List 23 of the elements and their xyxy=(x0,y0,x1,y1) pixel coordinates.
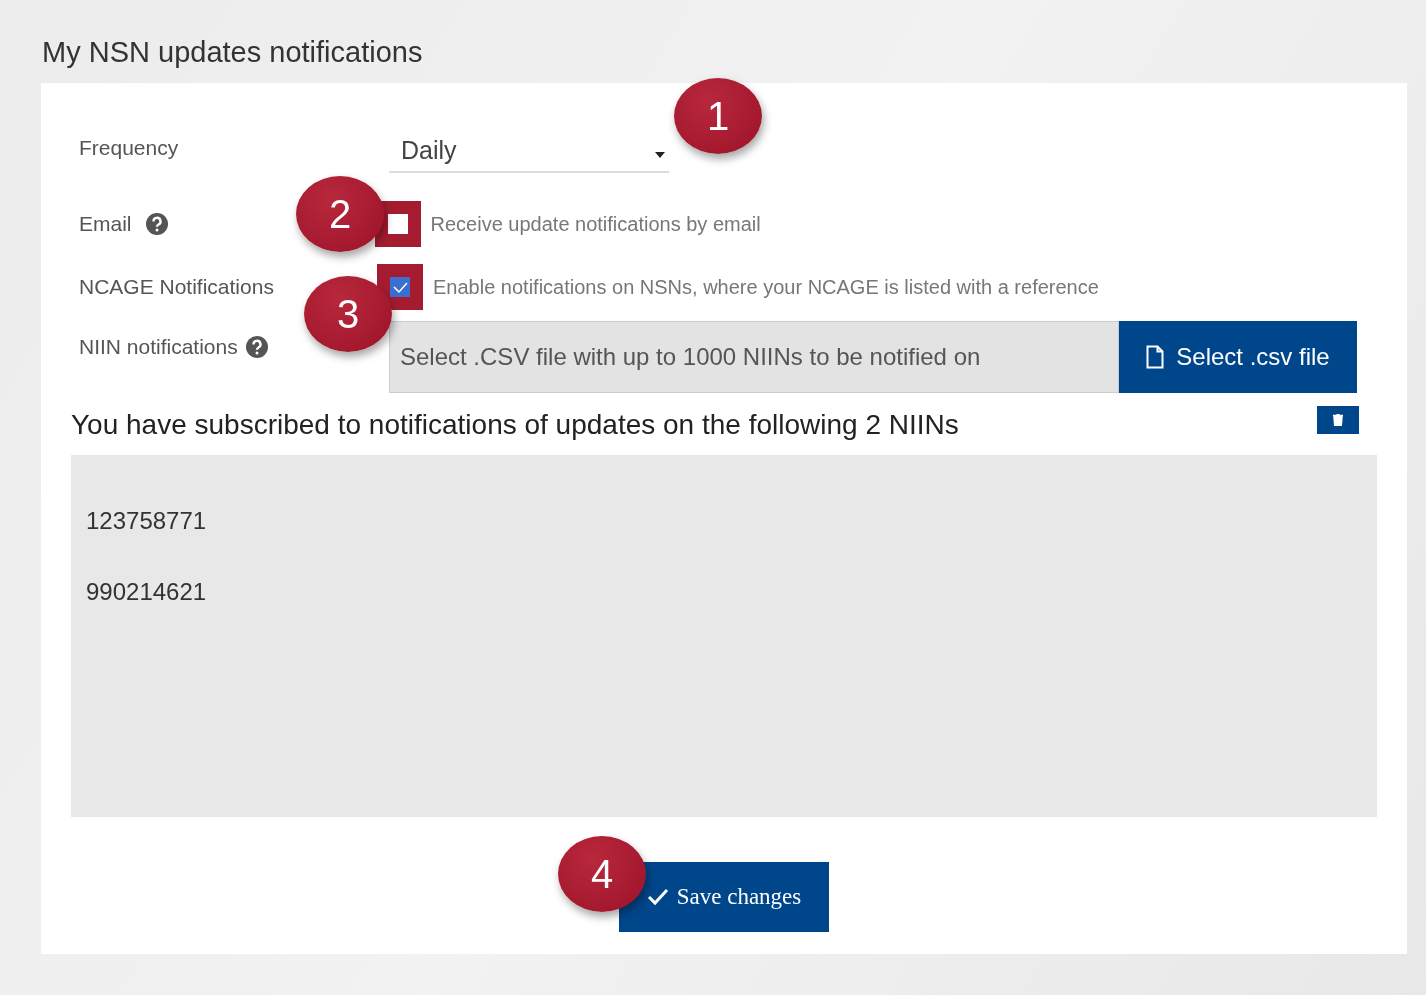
field-label: NIIN notifications xyxy=(79,335,238,359)
field-label: NCAGE Notifications xyxy=(78,275,275,299)
ncage-checkbox[interactable] xyxy=(390,277,410,297)
checkmark-icon xyxy=(646,888,669,906)
help-icon[interactable] xyxy=(145,213,168,235)
field-label: Frequency xyxy=(78,136,180,160)
niin-item: 990214621 xyxy=(86,578,208,607)
niin-item: 123758771 xyxy=(86,507,208,536)
file-icon xyxy=(1146,345,1165,369)
delete-button[interactable] xyxy=(1317,406,1359,434)
frequency-dropdown[interactable]: Daily xyxy=(389,129,669,173)
file-path-field[interactable]: Select .CSV file with up to 1000 NIINs to be notified on xyxy=(389,321,1119,393)
checkbox-label: Enable notifications on NSNs, where your NCAGE is listed with a reference xyxy=(433,275,1099,299)
trash-icon xyxy=(1333,414,1343,426)
save-button[interactable]: Save changes xyxy=(619,862,829,932)
checkbox-label: Receive update notifications by email xyxy=(430,212,761,236)
email-checkbox[interactable] xyxy=(387,214,408,234)
caret-icon xyxy=(655,152,665,158)
help-icon[interactable] xyxy=(245,336,268,358)
section-title: My NSN updates notifications xyxy=(42,36,424,69)
field-label: Email xyxy=(78,212,132,236)
select-file-button[interactable]: Select .csv file xyxy=(1119,321,1357,393)
subscriptions-heading: You have subscribed to notifications of updates on the following 2 NIINs xyxy=(71,409,959,441)
